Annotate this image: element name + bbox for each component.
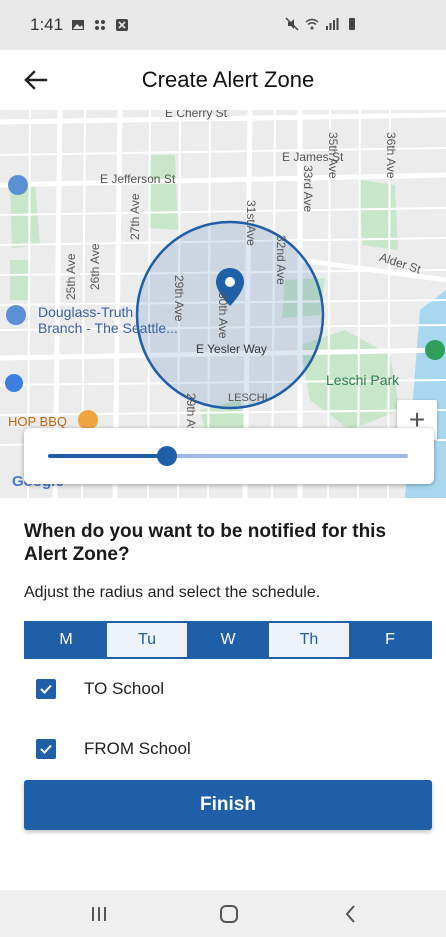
map-label-33rd: 33rd Ave <box>301 165 315 213</box>
day-selector: M Tu W Th F <box>24 621 432 659</box>
notification-question: When do you want to be notified for this… <box>24 521 387 565</box>
map-label-36th: 36th Ave <box>384 132 398 179</box>
signal-icon <box>326 18 339 30</box>
page-title: Create Alert Zone <box>141 67 315 92</box>
home-icon[interactable] <box>216 902 242 926</box>
arrow-left-icon[interactable] <box>22 66 50 94</box>
app-bar: Create Alert Zone <box>0 50 446 110</box>
to-school-label: TO School <box>84 679 165 698</box>
day-toggle-wednesday[interactable]: W <box>188 623 268 657</box>
notification-icon <box>116 19 129 31</box>
map-label-25th: 25th Ave <box>64 253 78 301</box>
status-bar: 1:41 <box>0 0 446 50</box>
map-label-29th: 29th Ave <box>172 275 186 322</box>
radius-slider-card <box>24 428 434 484</box>
day-label: M <box>59 631 73 648</box>
map-label-30th: 30th Ave <box>216 292 230 339</box>
mute-icon <box>285 17 299 31</box>
day-toggle-monday[interactable]: M <box>26 623 106 657</box>
wifi-icon <box>305 18 319 30</box>
radius-slider-fill <box>48 454 167 458</box>
day-label: Tu <box>137 631 157 648</box>
day-toggle-friday[interactable]: F <box>350 623 430 657</box>
from-school-label: FROM School <box>84 739 191 758</box>
map-label-leschi-park: Leschi Park <box>326 372 400 388</box>
day-toggle-thursday[interactable]: Th <box>268 623 350 657</box>
checkmark-icon <box>40 744 52 754</box>
to-school-checkbox[interactable] <box>36 679 56 699</box>
map-label-35th: 35th Ave <box>326 132 340 179</box>
map-label-29th-b: 29th Av <box>184 393 198 433</box>
day-label: F <box>385 631 395 648</box>
status-time: 1:41 <box>30 15 64 34</box>
gallery-icon <box>72 20 85 30</box>
recent-apps-icon[interactable] <box>86 902 112 926</box>
status-left: 1:41 <box>30 15 129 35</box>
back-icon[interactable] <box>338 902 364 926</box>
map-label-yesler: E Yesler Way <box>196 342 267 356</box>
grid-icon <box>95 20 106 30</box>
radius-slider-thumb[interactable] <box>156 446 177 466</box>
radius-slider-track[interactable] <box>48 446 408 466</box>
checkmark-icon <box>40 684 52 694</box>
day-toggle-tuesday[interactable]: Tu <box>106 623 188 657</box>
map-label-leschi: LESCHI <box>228 392 268 404</box>
battery-icon <box>349 18 355 30</box>
instruction-text: Adjust the radius and select the schedul… <box>24 584 321 601</box>
map-label-library-2: Branch - The Seattle... <box>38 320 178 336</box>
map-label-31st: 31st Ave <box>244 200 258 246</box>
map-label-bbq: HOP BBQ <box>8 414 68 429</box>
day-label: Th <box>299 631 319 648</box>
day-label: W <box>220 631 236 648</box>
status-right <box>285 17 359 31</box>
system-nav-bar <box>0 890 446 937</box>
map-label-32nd: 32nd Ave <box>274 235 288 285</box>
finish-button[interactable]: Finish <box>24 780 432 830</box>
to-school-option[interactable]: TO School <box>36 679 164 699</box>
map-label-26th: 26th Ave <box>88 243 102 291</box>
map-label-cherry: E Cherry St <box>165 110 228 120</box>
from-school-option[interactable]: FROM School <box>36 739 191 759</box>
map-label-jefferson: E Jefferson St <box>100 172 176 186</box>
map-label-27th: 27th Ave <box>128 193 142 241</box>
map-label-library-1: Douglass-Truth <box>38 304 134 320</box>
from-school-checkbox[interactable] <box>36 739 56 759</box>
